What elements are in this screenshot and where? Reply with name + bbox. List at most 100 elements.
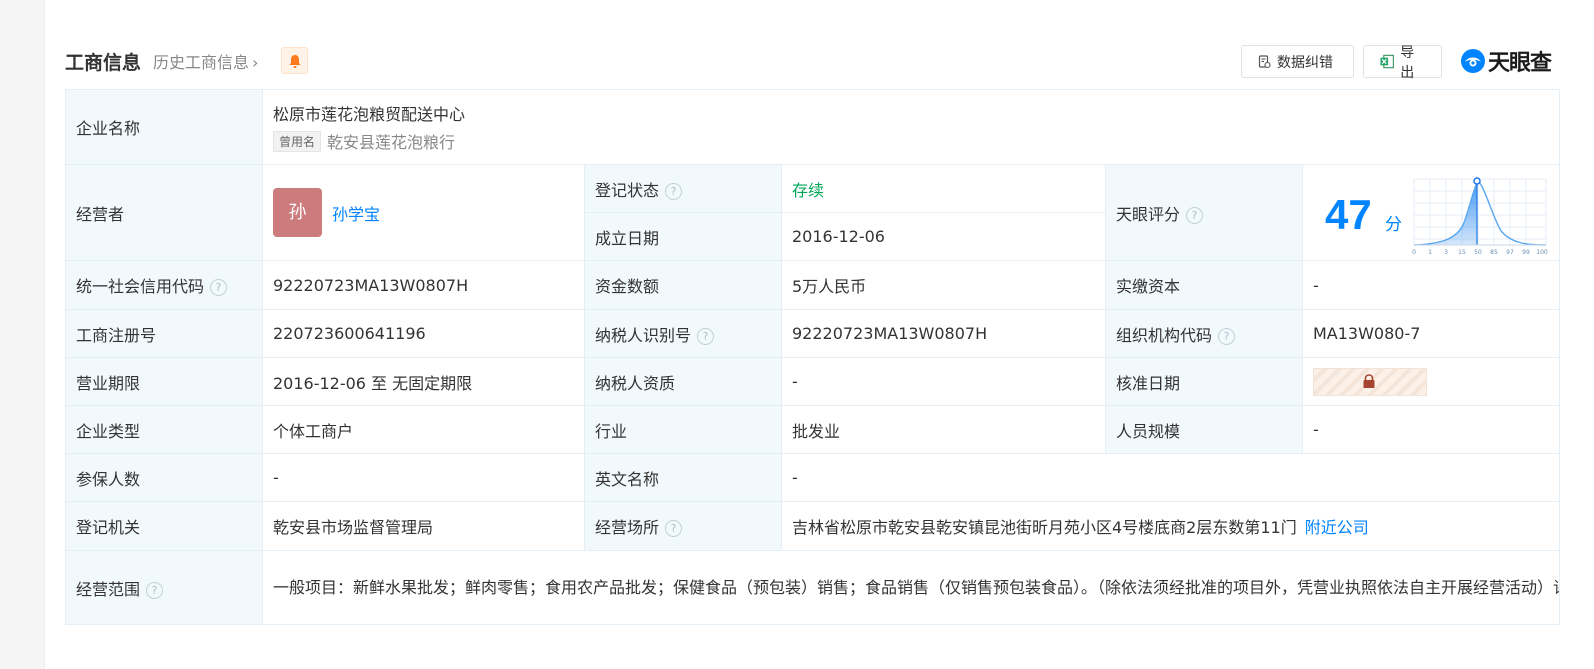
score-distribution-chart: 0 1 3 15 50 85 97 99 100: [1412, 177, 1548, 256]
score-unit: 分: [1385, 215, 1402, 235]
industry-value: 批发业: [781, 405, 1106, 454]
scope-label-cell: 经营范围?: [65, 550, 263, 625]
score-cell[interactable]: 47 分 0 1 3 15 50 85 97 99 100: [1301, 164, 1561, 261]
taxpayer-id-label: 纳税人识别号: [595, 325, 692, 345]
credit-code-value: 92220723MA13W0807H: [262, 260, 585, 310]
document-check-icon: [1258, 54, 1271, 68]
taxpayer-qual-value: -: [781, 357, 1106, 406]
reg-status-label-cell: 登记状态?: [584, 164, 782, 213]
help-question-icon[interactable]: ?: [1186, 206, 1204, 224]
authority-value: 乾安县市场监督管理局: [262, 501, 585, 551]
company-name: 松原市莲花泡粮贸配送中心: [273, 105, 466, 124]
term-label: 营业期限: [65, 357, 263, 406]
capital-value: 5万人民币: [781, 260, 1106, 310]
insured-label: 参保人数: [65, 453, 263, 502]
export-button[interactable]: 导出: [1363, 45, 1442, 81]
left-sidebar-strip: [0, 0, 45, 669]
table-row: 营业期限 2016-12-06 至 无固定期限 纳税人资质 - 核准日期: [65, 357, 1561, 406]
data-correction-button[interactable]: 数据纠错: [1241, 45, 1354, 78]
logo-text: 天眼查: [1488, 51, 1552, 76]
staff-label: 人员规模: [1105, 405, 1303, 454]
table-row: 经营者 孙孙学宝 登记状态? 存续 天眼评分? 47 分 0 1 3 15 50…: [65, 164, 1561, 261]
history-info-label: 历史工商信息: [153, 53, 250, 72]
english-name-label: 英文名称: [584, 453, 782, 502]
table-row: 企业名称 松原市莲花泡粮贸配送中心 曾用名 乾安县莲花泡粮行: [65, 89, 1561, 165]
found-date-label: 成立日期: [584, 212, 782, 261]
credit-code-label: 统一社会信用代码: [76, 277, 205, 296]
subscribe-bell-button[interactable]: [281, 47, 308, 74]
taxpayer-id-label-cell: 纳税人识别号?: [584, 309, 782, 358]
type-label: 企业类型: [65, 405, 263, 454]
address-cell: 吉林省松原市乾安县乾安镇昆池街昕月苑小区4号楼底商2层东数第11门 附近公司: [780, 501, 1561, 551]
reg-status-label: 登记状态: [595, 180, 660, 200]
taxpayer-id-value: 92220723MA13W0807H: [781, 309, 1106, 358]
org-code-value: MA13W080-7: [1301, 309, 1561, 358]
axis-tick: 100: [1536, 249, 1548, 256]
former-name-tag: 曾用名: [273, 130, 322, 152]
axis-tick: 99: [1522, 249, 1530, 256]
business-info-table: 企业名称 松原市莲花泡粮贸配送中心 曾用名 乾安县莲花泡粮行 经营者 孙孙学宝 登…: [65, 89, 1561, 625]
score-label: 天眼评分: [1116, 204, 1181, 224]
axis-tick: 1: [1428, 249, 1432, 256]
scope-value: 一般项目：新鲜水果批发；鲜肉零售；食用农产品批发；保健食品（预包装）销售；食品销…: [261, 550, 1561, 625]
operator-label: 经营者: [65, 164, 263, 261]
found-date-value: 2016-12-06: [781, 212, 1106, 261]
excel-icon: [1380, 54, 1394, 69]
address-label-cell: 经营场所?: [584, 501, 782, 551]
bell-icon: [289, 55, 301, 68]
authority-label: 登记机关: [65, 501, 263, 551]
paid-capital-value: -: [1301, 260, 1561, 310]
table-row: 工商注册号 220723600641196 纳税人识别号? 92220723MA…: [65, 309, 1561, 358]
help-question-icon[interactable]: ?: [665, 182, 683, 200]
staff-value: -: [1301, 405, 1561, 454]
former-name: 乾安县莲花泡粮行: [327, 133, 456, 152]
org-code-label: 组织机构代码: [1116, 325, 1213, 345]
company-name-cell: 松原市莲花泡粮贸配送中心 曾用名 乾安县莲花泡粮行: [261, 89, 1561, 165]
tianyancha-logo: 天眼查: [1460, 46, 1552, 76]
section-header: 工商信息 历史工商信息 › 数据纠错 导出 天眼查: [65, 44, 1559, 81]
taxpayer-qual-label: 纳税人资质: [584, 357, 782, 406]
score-value: 47: [1325, 191, 1372, 238]
operator-cell: 孙孙学宝: [262, 164, 585, 261]
address-label: 经营场所: [595, 518, 660, 537]
axis-tick: 50: [1474, 249, 1482, 256]
approve-date-label: 核准日期: [1105, 357, 1303, 406]
axis-tick: 0: [1412, 249, 1416, 256]
table-row: 经营范围? 一般项目：新鲜水果批发；鲜肉零售；食用农产品批发；保健食品（预包装）…: [65, 550, 1561, 625]
operator-avatar: 孙: [273, 188, 322, 237]
org-code-label-cell: 组织机构代码?: [1105, 309, 1303, 358]
section-title: 工商信息: [65, 52, 142, 74]
operator-name-link[interactable]: 孙学宝: [332, 205, 380, 224]
export-label: 导出: [1400, 44, 1415, 81]
axis-tick: 15: [1458, 249, 1466, 256]
type-value: 个体工商户: [262, 405, 585, 454]
term-value: 2016-12-06 至 无固定期限: [262, 357, 585, 406]
industry-label: 行业: [584, 405, 782, 454]
chevron-right-icon: ›: [252, 53, 259, 72]
locked-vip-field[interactable]: [1313, 367, 1427, 396]
insured-value: -: [262, 453, 585, 502]
help-question-icon[interactable]: ?: [665, 520, 683, 537]
reg-status-value: 存续: [792, 180, 825, 200]
history-info-link[interactable]: 历史工商信息 ›: [153, 49, 258, 73]
paid-capital-label: 实缴资本: [1105, 260, 1303, 310]
help-question-icon[interactable]: ?: [697, 327, 715, 345]
table-row: 统一社会信用代码? 92220723MA13W0807H 资金数额 5万人民币 …: [65, 260, 1561, 310]
table-row: 企业类型 个体工商户 行业 批发业 人员规模 -: [65, 405, 1561, 454]
help-question-icon[interactable]: ?: [1218, 327, 1236, 345]
capital-label: 资金数额: [584, 260, 782, 310]
approve-date-cell: [1301, 357, 1561, 406]
lock-icon: [1363, 373, 1375, 388]
company-name-label: 企业名称: [65, 89, 263, 165]
address-value: 吉林省松原市乾安县乾安镇昆池街昕月苑小区4号楼底商2层东数第11门: [792, 518, 1297, 537]
axis-tick: 3: [1444, 249, 1448, 256]
english-name-value: -: [780, 453, 1561, 502]
help-question-icon[interactable]: ?: [146, 581, 164, 599]
credit-code-label-cell: 统一社会信用代码?: [65, 260, 263, 310]
score-label-cell: 天眼评分?: [1105, 164, 1303, 261]
table-row: 参保人数 - 英文名称 -: [65, 453, 1561, 502]
nearby-companies-link[interactable]: 附近公司: [1305, 518, 1369, 537]
help-question-icon[interactable]: ?: [210, 279, 228, 296]
data-correction-label: 数据纠错: [1277, 54, 1333, 71]
reg-no-value: 220723600641196: [262, 309, 585, 358]
